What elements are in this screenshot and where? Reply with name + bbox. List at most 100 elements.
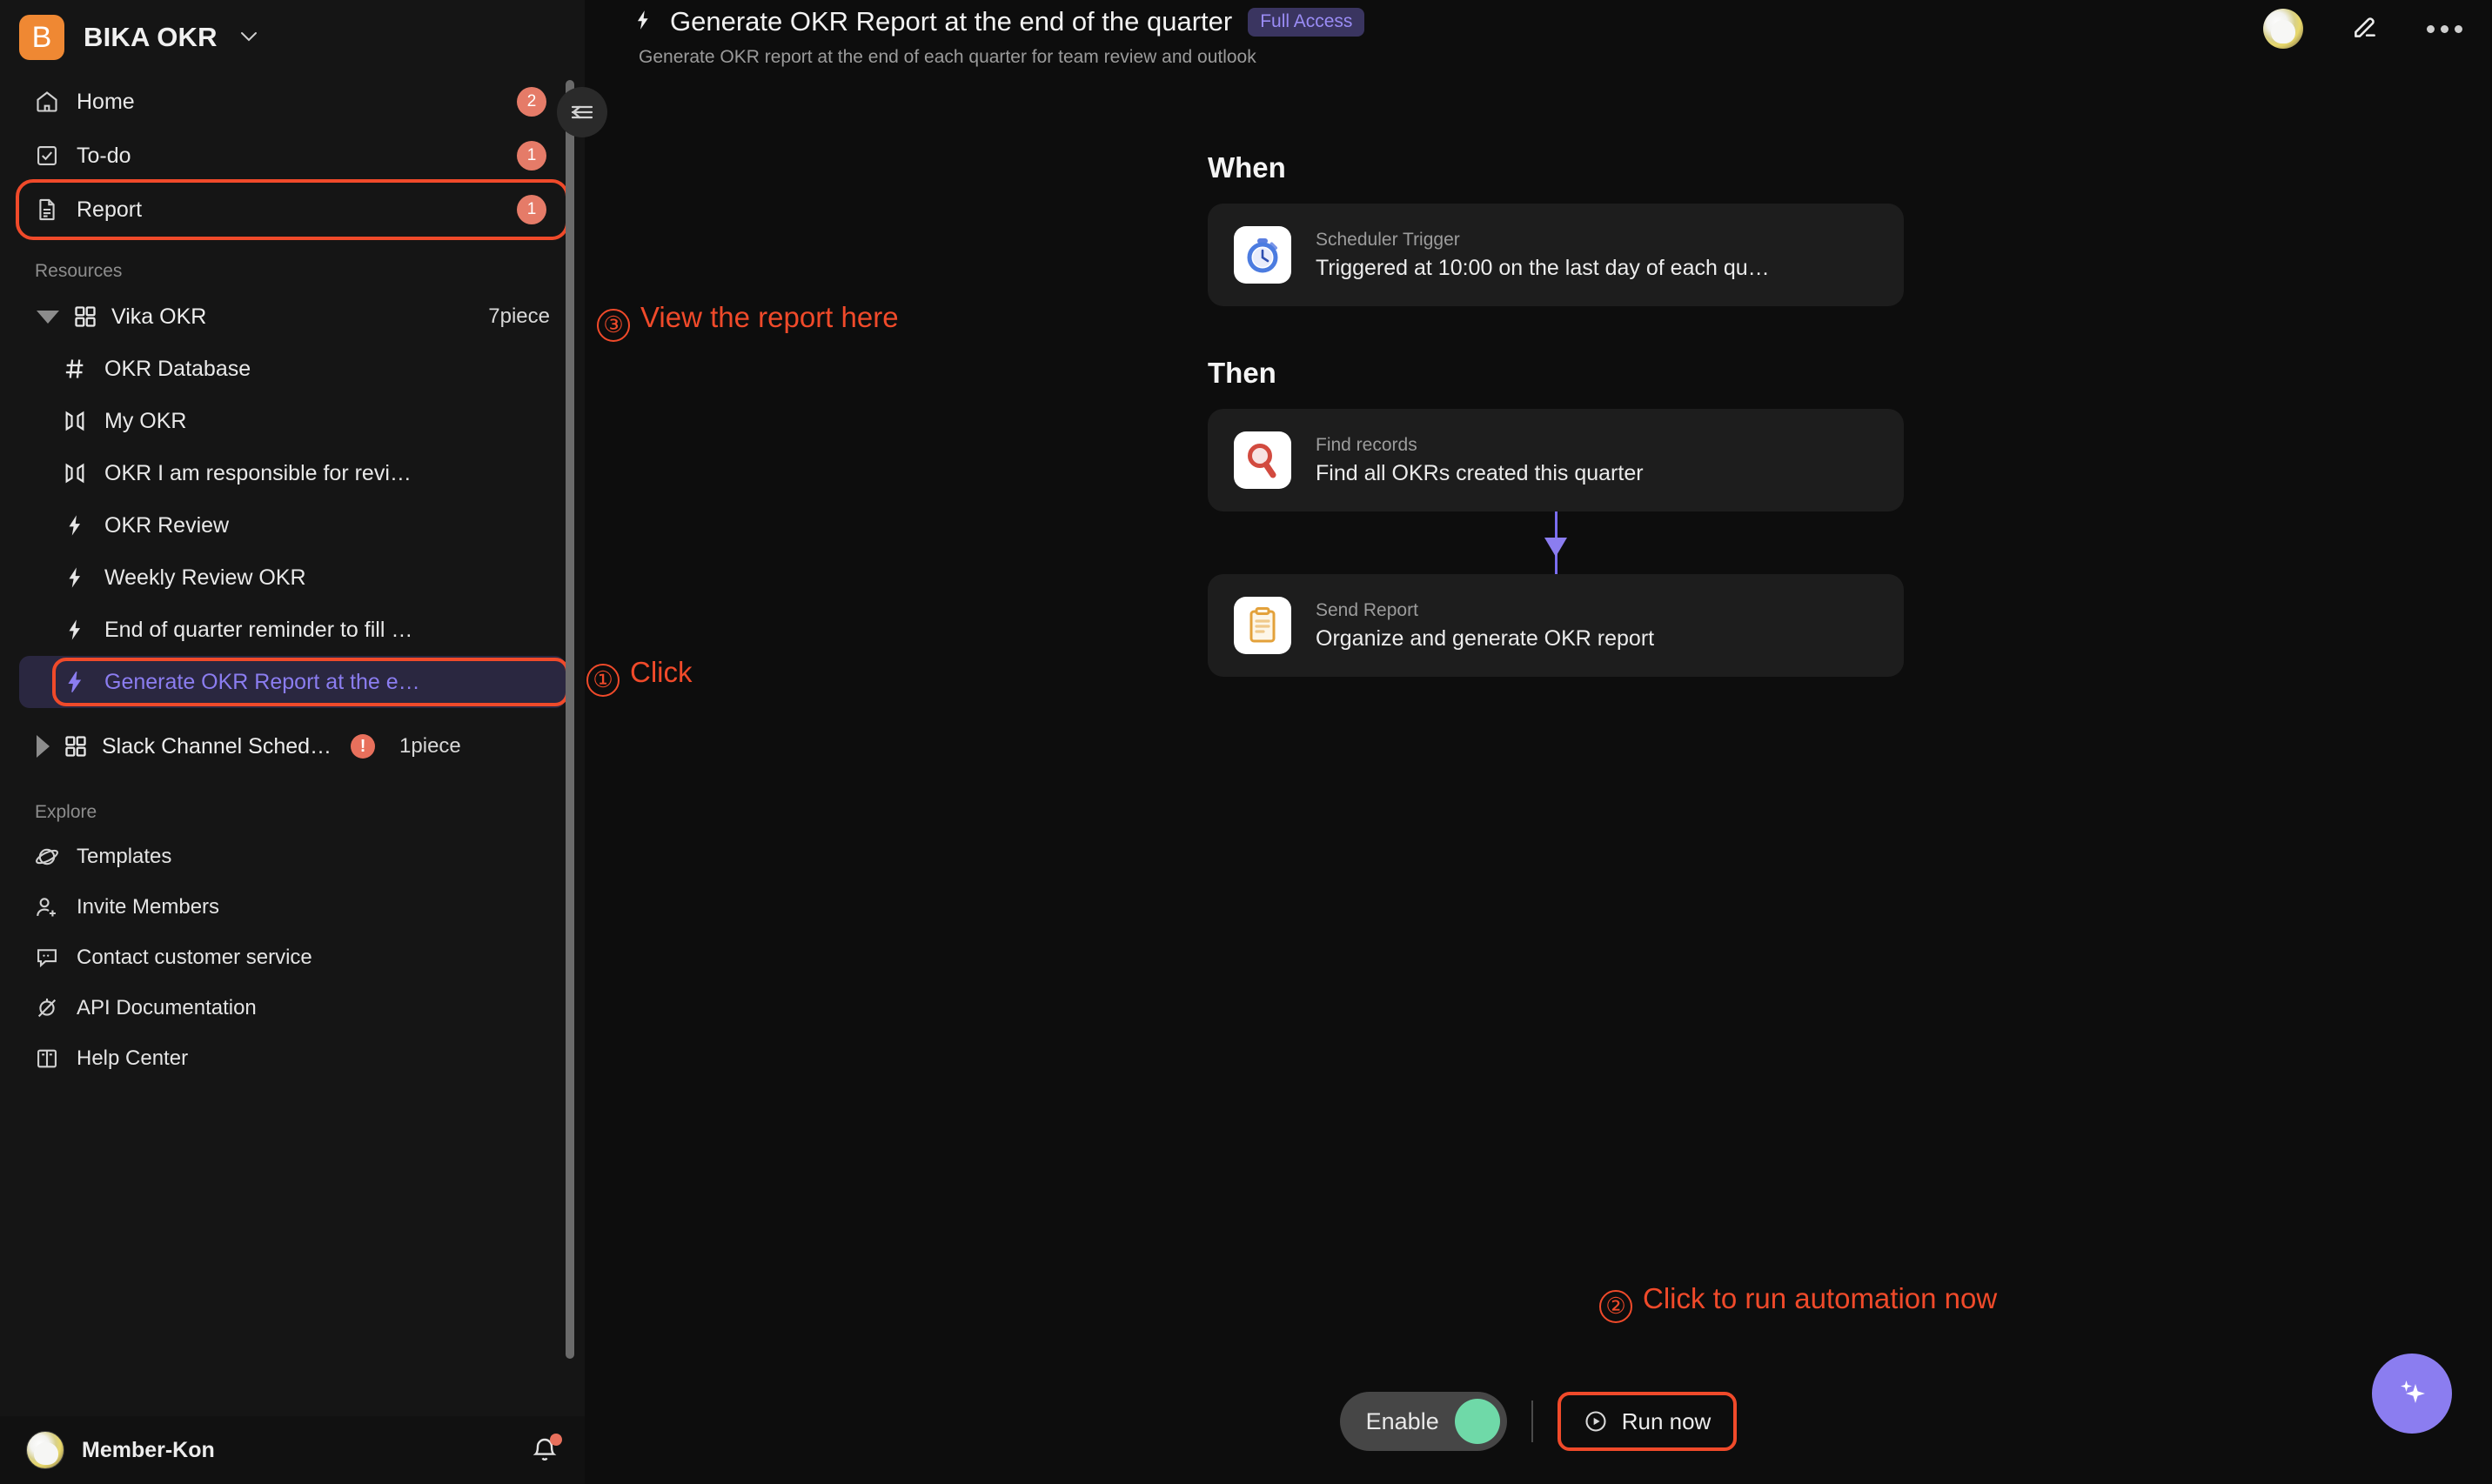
action-card-find-records[interactable]: Find records Find all OKRs created this … <box>1208 409 1904 511</box>
book-icon <box>35 1046 59 1071</box>
sidebar-item-home[interactable]: Home 2 <box>19 75 566 129</box>
run-now-button[interactable]: Run now <box>1557 1392 1738 1451</box>
avatar <box>26 1431 64 1469</box>
api-icon <box>35 996 59 1020</box>
grid-icon <box>73 304 97 329</box>
tree-group-count: 1piece <box>399 734 461 758</box>
main-area: Generate OKR Report at the end of the qu… <box>585 0 2492 1484</box>
when-heading: When <box>1208 151 1286 184</box>
tree-item-okr-review-responsible[interactable]: OKR I am responsible for revi… <box>19 447 566 499</box>
tree-item-weekly-review-okr[interactable]: Weekly Review OKR <box>19 551 566 604</box>
ai-assistant-button[interactable] <box>2372 1354 2452 1434</box>
bottom-action-bar: Enable Run now <box>585 1392 2492 1451</box>
clipboard-icon <box>1234 597 1291 654</box>
bolt-icon <box>63 670 87 694</box>
top-actions <box>2263 2 2462 49</box>
tree-item-end-of-quarter-reminder[interactable]: End of quarter reminder to fill … <box>19 604 566 656</box>
edit-button[interactable] <box>2350 12 2380 46</box>
tree-item-label: End of quarter reminder to fill … <box>104 617 413 642</box>
sidebar-item-templates[interactable]: Templates <box>19 832 566 882</box>
explore-item-label: Invite Members <box>77 895 220 919</box>
bolt-icon <box>63 513 87 538</box>
tree-group-name: Vika OKR <box>111 304 207 329</box>
divider <box>1531 1400 1533 1442</box>
mirror-icon <box>63 461 87 485</box>
page-title: Generate OKR Report at the end of the qu… <box>670 6 1233 37</box>
tree-item-label: OKR Review <box>104 512 230 538</box>
action-type: Send Report <box>1316 599 1418 620</box>
chevron-expanded-icon[interactable] <box>37 310 59 324</box>
notifications-button[interactable] <box>531 1434 562 1465</box>
workspace-logo: B <box>19 15 64 60</box>
annotation-number: ③ <box>597 308 630 342</box>
notification-dot <box>550 1434 562 1446</box>
action-description: Find all OKRs created this quarter <box>1316 460 1644 485</box>
explore-nav: Templates Invite Members Contact custome… <box>0 832 585 1084</box>
magnifier-icon <box>1234 431 1291 489</box>
sidebar-item-label: Report <box>77 197 143 222</box>
workspace-switcher[interactable]: B BIKA OKR <box>0 0 585 75</box>
tree-item-label: Generate OKR Report at the e… <box>104 669 420 694</box>
tree-group-slack-channel[interactable]: Slack Channel Sched… ! 1piece <box>19 720 566 772</box>
sidebar-item-todo[interactable]: To-do 1 <box>19 129 566 183</box>
sidebar: B BIKA OKR Home 2 To-do 1 Report 1 Resou… <box>0 0 585 1484</box>
status-badge: Full Access <box>1248 7 1365 37</box>
more-horizontal-icon[interactable] <box>2427 24 2462 33</box>
action-text: Send Report Organize and generate OKR re… <box>1316 600 1654 652</box>
workspace-name: BIKA OKR <box>84 22 218 52</box>
explore-item-label: Help Center <box>77 1046 189 1070</box>
avatar[interactable] <box>2263 9 2303 49</box>
report-icon <box>35 197 59 222</box>
resources-section-title: Resources <box>35 261 123 281</box>
tree-item-okr-review[interactable]: OKR Review <box>19 499 566 551</box>
stopwatch-icon <box>1234 226 1291 284</box>
sidebar-item-api-documentation[interactable]: API Documentation <box>19 983 566 1033</box>
todo-icon <box>35 144 59 168</box>
user-bar[interactable]: Member-Kon <box>0 1416 585 1484</box>
mirror-icon <box>63 409 87 433</box>
todo-badge: 1 <box>517 141 546 170</box>
error-badge-icon: ! <box>351 734 376 759</box>
run-now-label: Run now <box>1621 1407 1712 1434</box>
sidebar-item-label: To-do <box>77 143 131 168</box>
toggle-knob <box>1454 1399 1500 1444</box>
pencil-icon <box>2355 17 2375 37</box>
tree-item-my-okr[interactable]: My OKR <box>19 395 566 447</box>
annotation-number: ② <box>1599 1289 1632 1323</box>
sidebar-item-contact-customer-service[interactable]: Contact customer service <box>19 933 566 983</box>
annotation-text: View the report here <box>640 301 899 333</box>
explore-item-label: Contact customer service <box>77 946 312 969</box>
play-circle-icon <box>1585 1411 1606 1432</box>
sidebar-item-invite-members[interactable]: Invite Members <box>19 882 566 933</box>
sidebar-item-label: Home <box>77 89 135 114</box>
planet-icon <box>35 845 59 869</box>
tree-group-vika-okr[interactable]: Vika OKR 7piece <box>19 291 566 343</box>
chevron-collapsed-icon[interactable] <box>37 735 50 758</box>
trigger-description: Triggered at 10:00 on the last day of ea… <box>1316 255 1770 280</box>
sidebar-item-help-center[interactable]: Help Center <box>19 1033 566 1084</box>
action-card-send-report[interactable]: Send Report Organize and generate OKR re… <box>1208 574 1904 677</box>
tree-item-label: OKR Database <box>104 356 251 381</box>
chevron-down-icon[interactable] <box>240 28 258 47</box>
grid-icon <box>64 734 88 759</box>
trigger-card[interactable]: Scheduler Trigger Triggered at 10:00 on … <box>1208 204 1904 306</box>
home-icon <box>35 90 59 114</box>
user-name: Member-Kon <box>82 1437 215 1462</box>
annotation-run-automation: ② Click to run automation now <box>1599 1282 1997 1323</box>
action-text: Find records Find all OKRs created this … <box>1316 435 1644 486</box>
enable-label: Enable <box>1365 1407 1439 1434</box>
sidebar-item-report[interactable]: Report 1 <box>16 179 569 240</box>
sidebar-scrollbar-thumb[interactable] <box>566 80 574 1359</box>
collapse-sidebar-button[interactable] <box>557 87 607 137</box>
tree-item-label: Weekly Review OKR <box>104 565 306 590</box>
enable-toggle[interactable]: Enable <box>1339 1392 1507 1451</box>
tree-item-okr-database[interactable]: OKR Database <box>19 343 566 395</box>
app-root: B BIKA OKR Home 2 To-do 1 Report 1 Resou… <box>0 0 2492 1484</box>
action-description: Organize and generate OKR report <box>1316 625 1655 651</box>
tree-item-generate-okr-report[interactable]: Generate OKR Report at the e… <box>19 656 569 708</box>
action-type: Find records <box>1316 434 1417 455</box>
user-add-icon <box>35 895 59 919</box>
sparkle-icon <box>2401 1380 2425 1403</box>
tree-group-count: 7piece <box>488 304 550 328</box>
annotation-click: ① Click <box>586 656 693 697</box>
